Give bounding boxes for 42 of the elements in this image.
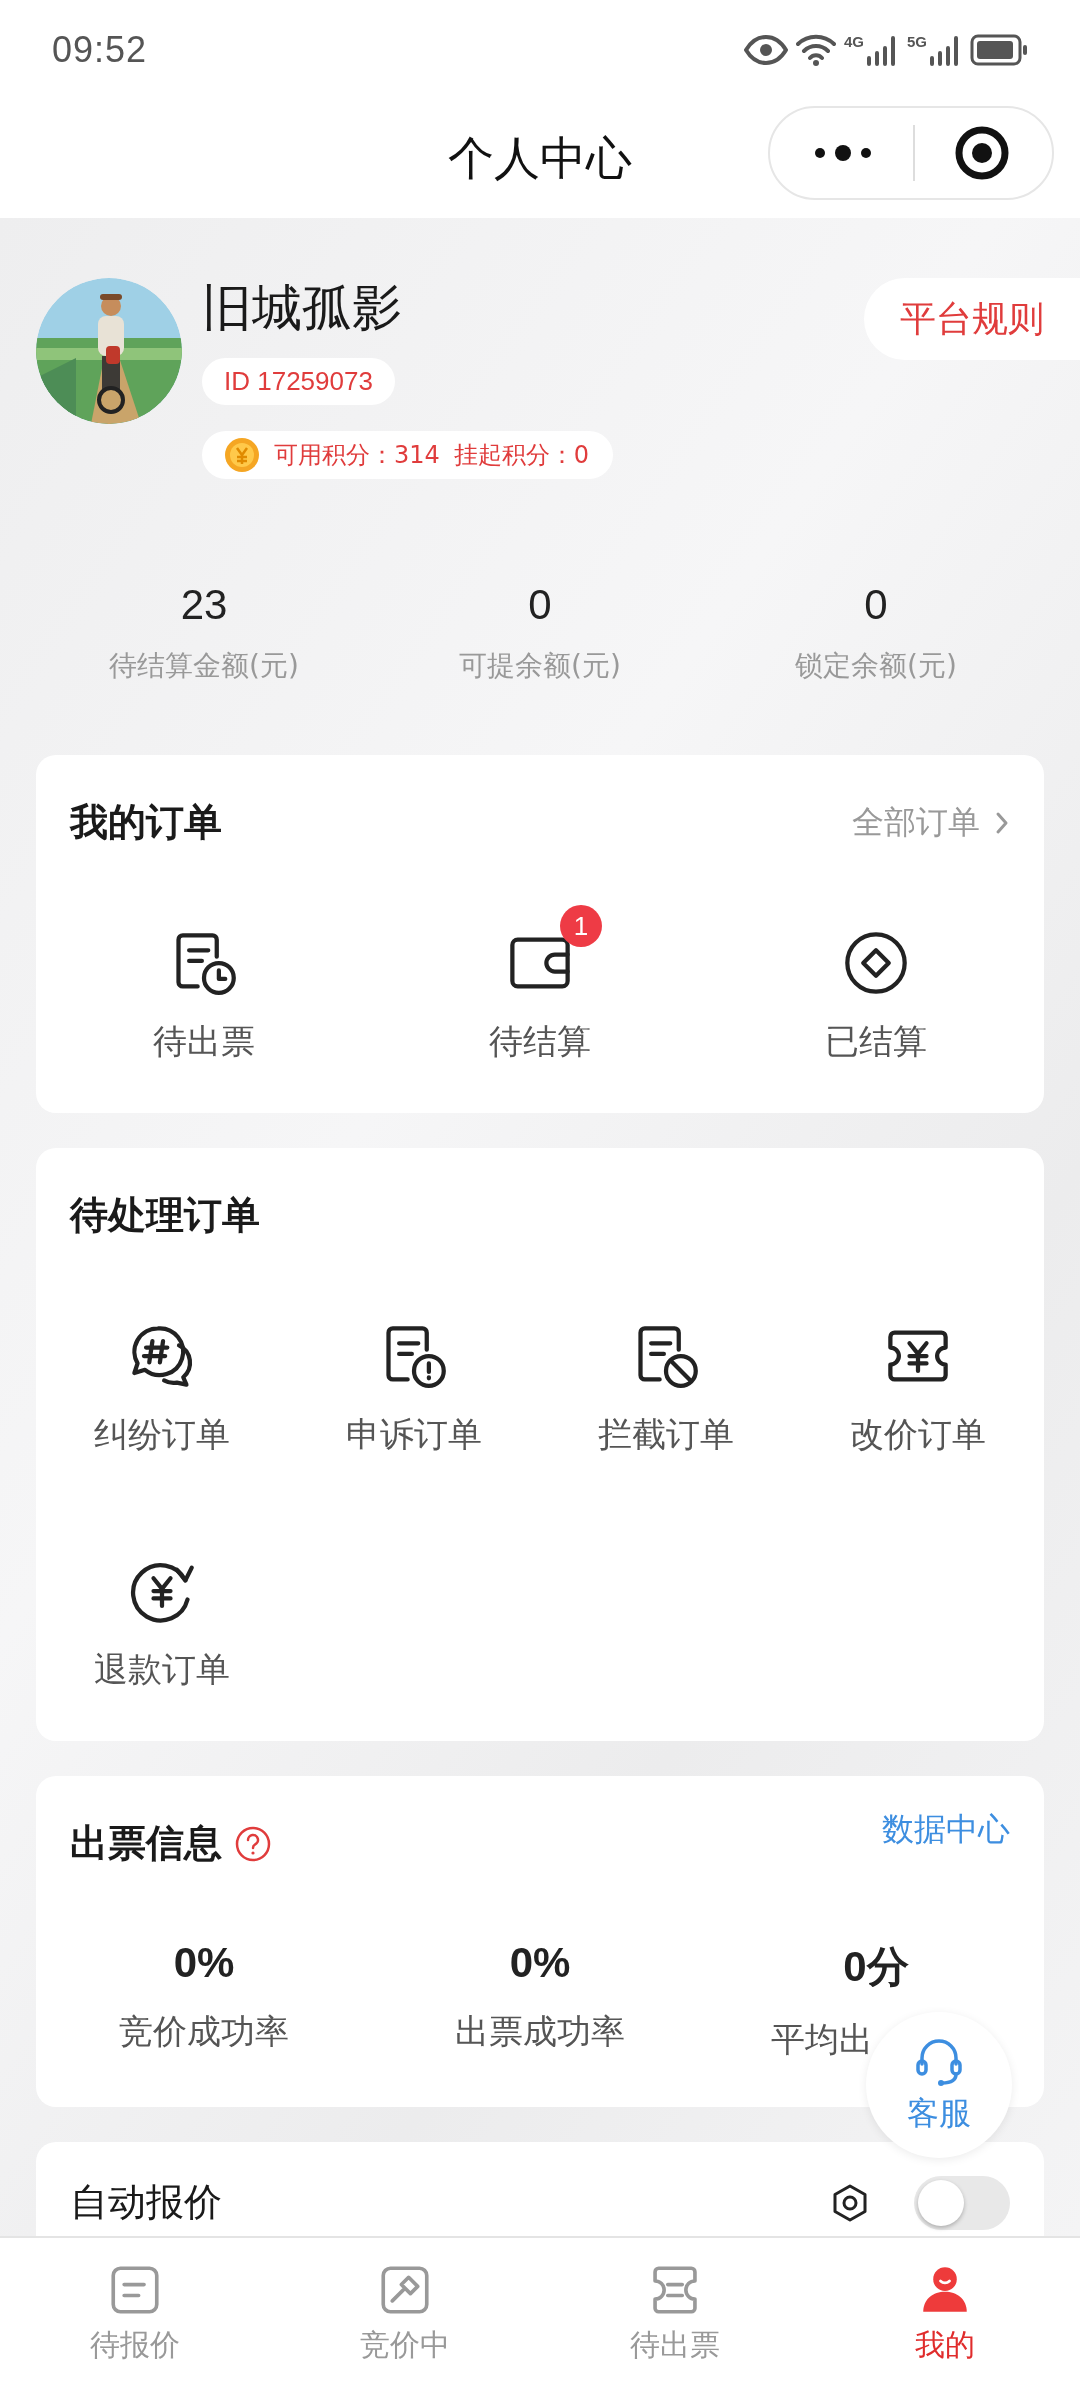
section-title: 自动报价: [70, 2180, 222, 2226]
suspended-points: 挂起积分：0: [453, 440, 590, 471]
stat-value: 0%: [173, 1939, 235, 1987]
balance-amount: 23: [180, 581, 228, 629]
network-type: 5G: [907, 34, 927, 50]
order-entry[interactable]: 改价订单: [792, 1296, 1044, 1458]
balance-amount: 0: [864, 581, 888, 629]
stat-value: 0分: [843, 1942, 909, 1992]
order-entry[interactable]: 1 待结算: [372, 903, 708, 1065]
stat-label: 竞价成功率: [119, 2011, 289, 2051]
user-name: 旧城孤影: [202, 278, 402, 339]
order-entry[interactable]: 纠纷订单: [36, 1296, 288, 1458]
user-id-label: ID 17259073: [202, 358, 395, 405]
order-entry[interactable]: 退款订单: [36, 1531, 288, 1693]
stat-value: 0%: [509, 1939, 571, 1987]
balance-label: 可提余额(元): [459, 648, 621, 684]
tab-item[interactable]: 我的: [810, 2238, 1080, 2388]
diamond-circle-icon: [842, 929, 910, 997]
order-entry[interactable]: 已结算: [708, 903, 1044, 1065]
order-entry[interactable]: 申诉订单: [288, 1296, 540, 1458]
available-points: 可用积分：314: [274, 440, 440, 471]
balance-label: 待结算金额(元): [109, 648, 299, 684]
order-entry[interactable]: 拦截订单: [540, 1296, 792, 1458]
battery-icon: [970, 34, 1028, 66]
toggle-switch[interactable]: [914, 2176, 1010, 2230]
eye-icon: [743, 35, 788, 65]
section-title: 我的订单: [70, 799, 222, 846]
section-title: 出票信息: [70, 1820, 222, 1867]
help-icon[interactable]: [234, 1824, 272, 1863]
notification-badge: 1: [560, 905, 602, 947]
rules-button[interactable]: 平台规则: [864, 278, 1080, 360]
clock-time: 09:52: [52, 29, 148, 71]
stat-label: 出票成功率: [455, 2011, 625, 2051]
coin-icon: [224, 437, 260, 473]
balance-amount: 0: [528, 581, 552, 629]
balance-label: 锁定余额(元): [795, 648, 957, 684]
section-title: 待处理订单: [70, 1192, 260, 1239]
page-title: 个人中心: [448, 130, 632, 187]
close-target-icon[interactable]: [954, 125, 1011, 181]
network-type: 4G: [843, 34, 864, 50]
wifi-icon: [795, 34, 836, 66]
order-entry[interactable]: 待出票: [36, 903, 372, 1065]
